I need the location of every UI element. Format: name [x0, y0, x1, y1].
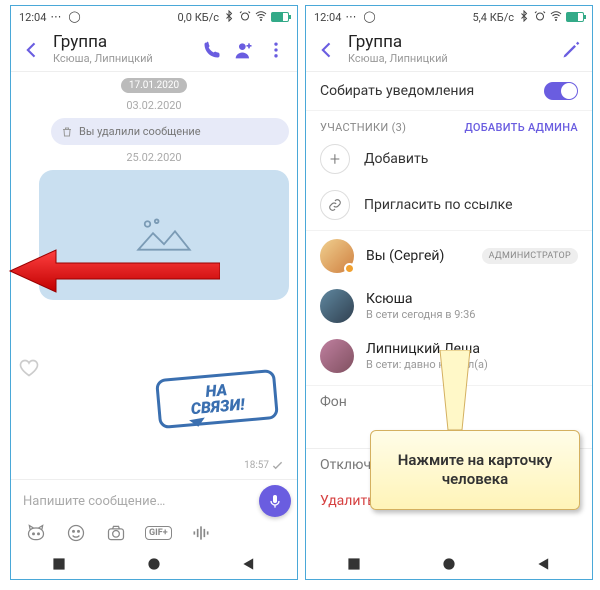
chat-title: Группа [53, 33, 191, 53]
avatar [320, 289, 354, 323]
status-bar: 12:04 ⋯ ◯ 0,0 КБ/с [11, 6, 297, 28]
admin-badge: АДМИНИСТРАТОР [482, 248, 578, 264]
status-time: 12:04 [314, 11, 341, 24]
member-row[interactable]: Ксюша В сети сегодня в 9:36 [306, 281, 592, 331]
member-row[interactable]: Липницкий Леша В сети: давно не был(а) [306, 331, 592, 386]
background-row[interactable]: Фон [306, 386, 592, 418]
image-message[interactable]: 18:57 [39, 170, 289, 300]
members-count: УЧАСТНИКИ (3) [320, 121, 406, 134]
invite-label: Пригласить по ссылке [364, 197, 513, 213]
heart-icon[interactable] [19, 358, 39, 378]
add-member-row[interactable]: + Добавить [306, 138, 592, 180]
more-icon[interactable] [265, 39, 287, 61]
link-icon [320, 190, 350, 220]
back-icon[interactable] [316, 39, 338, 61]
chat-subtitle: Ксюша, Липницкий [53, 53, 191, 66]
date-separator: 03.02.2020 [11, 99, 297, 112]
status-speed: 0,0 КБ/с [177, 11, 219, 24]
notify-label: Собирать уведомления [320, 83, 530, 99]
message-input[interactable]: Напишите сообщение… [17, 494, 253, 509]
android-navbar [11, 549, 297, 579]
nav-recent-icon[interactable] [52, 557, 66, 571]
member-name: Вы (Сергей) [366, 248, 470, 265]
checkmark-icon [272, 460, 283, 471]
circle-icon: ◯ [68, 10, 82, 24]
emoji-icon[interactable] [65, 522, 87, 544]
bluetooth-icon [223, 10, 235, 25]
system-message-text: Вы удалили сообщение [79, 125, 201, 138]
date-pill: 17.01.2020 [121, 78, 187, 93]
chat-body: 17.01.2020 03.02.2020 Вы удалили сообщен… [11, 72, 297, 479]
status-time: 12:04 [19, 11, 46, 24]
android-navbar [306, 549, 592, 579]
nav-recent-icon[interactable] [347, 557, 361, 571]
members-section-head: УЧАСТНИКИ (3) ДОБАВИТЬ АДМИНА [306, 111, 592, 138]
wifi-icon [550, 10, 562, 25]
add-person-icon[interactable] [233, 39, 255, 61]
nav-home-icon[interactable] [147, 557, 161, 571]
nav-back-icon[interactable] [537, 557, 551, 571]
alarm-icon [239, 10, 251, 25]
voice-wave-icon[interactable] [190, 522, 212, 544]
info-header: Группа Ксюша, Липницкий [306, 28, 592, 72]
wifi-icon [255, 10, 267, 25]
menu-dots-icon: ⋯ [345, 10, 359, 24]
menu-dots-icon: ⋯ [50, 10, 64, 24]
call-icon[interactable] [201, 39, 223, 61]
placeholder-image-icon [134, 213, 194, 257]
notify-toggle[interactable] [544, 82, 578, 100]
nav-back-icon[interactable] [242, 557, 256, 571]
battery-icon [566, 12, 584, 22]
member-name: Ксюша [366, 291, 578, 308]
chat-title-block[interactable]: Группа Ксюша, Липницкий [53, 33, 191, 65]
plus-icon: + [320, 144, 350, 174]
cat-sticker-icon[interactable] [25, 522, 47, 544]
chat-header: Группа Ксюша, Липницкий [11, 28, 297, 72]
member-name: Липницкий Леша [366, 341, 578, 358]
status-bar: 12:04 ⋯ ◯ 5,4 КБ/с [306, 6, 592, 28]
camera-icon[interactable] [105, 522, 127, 544]
back-icon[interactable] [21, 39, 43, 61]
system-message: Вы удалили сообщение [51, 118, 289, 145]
member-status: В сети сегодня в 9:36 [366, 308, 578, 321]
invite-link-row[interactable]: Пригласить по ссылке [306, 180, 592, 231]
sticker-message[interactable]: НА СВЯЗИ! [157, 374, 277, 444]
bluetooth-icon [518, 10, 530, 25]
composer: Напишите сообщение… GIF+ [11, 479, 297, 549]
phone-left: 12:04 ⋯ ◯ 0,0 КБ/с Группа Ксюша, Липницк… [10, 5, 298, 580]
add-admin-link[interactable]: ДОБАВИТЬ АДМИНА [464, 121, 578, 134]
mic-button[interactable] [259, 485, 291, 517]
info-title: Группа [348, 33, 550, 53]
status-speed: 5,4 КБ/с [472, 11, 514, 24]
edit-icon[interactable] [560, 39, 582, 61]
battery-icon [271, 12, 289, 22]
avatar [320, 239, 354, 273]
info-title-block: Группа Ксюша, Липницкий [348, 33, 550, 65]
alarm-icon [534, 10, 546, 25]
nav-home-icon[interactable] [442, 557, 456, 571]
notify-row[interactable]: Собирать уведомления [306, 72, 592, 111]
member-row[interactable]: Вы (Сергей) АДМИНИСТРАТОР [306, 231, 592, 281]
avatar [320, 339, 354, 373]
circle-icon: ◯ [363, 10, 377, 24]
date-separator: 25.02.2020 [11, 151, 297, 164]
gif-icon[interactable]: GIF+ [145, 526, 172, 540]
add-member-label: Добавить [364, 151, 428, 167]
info-subtitle: Ксюша, Липницкий [348, 53, 550, 66]
member-status: В сети: давно не был(а) [366, 358, 578, 371]
callout-box: Нажмите на карточку человека [370, 430, 580, 510]
trash-icon [61, 126, 73, 138]
msg-time: 18:57 [244, 460, 283, 471]
